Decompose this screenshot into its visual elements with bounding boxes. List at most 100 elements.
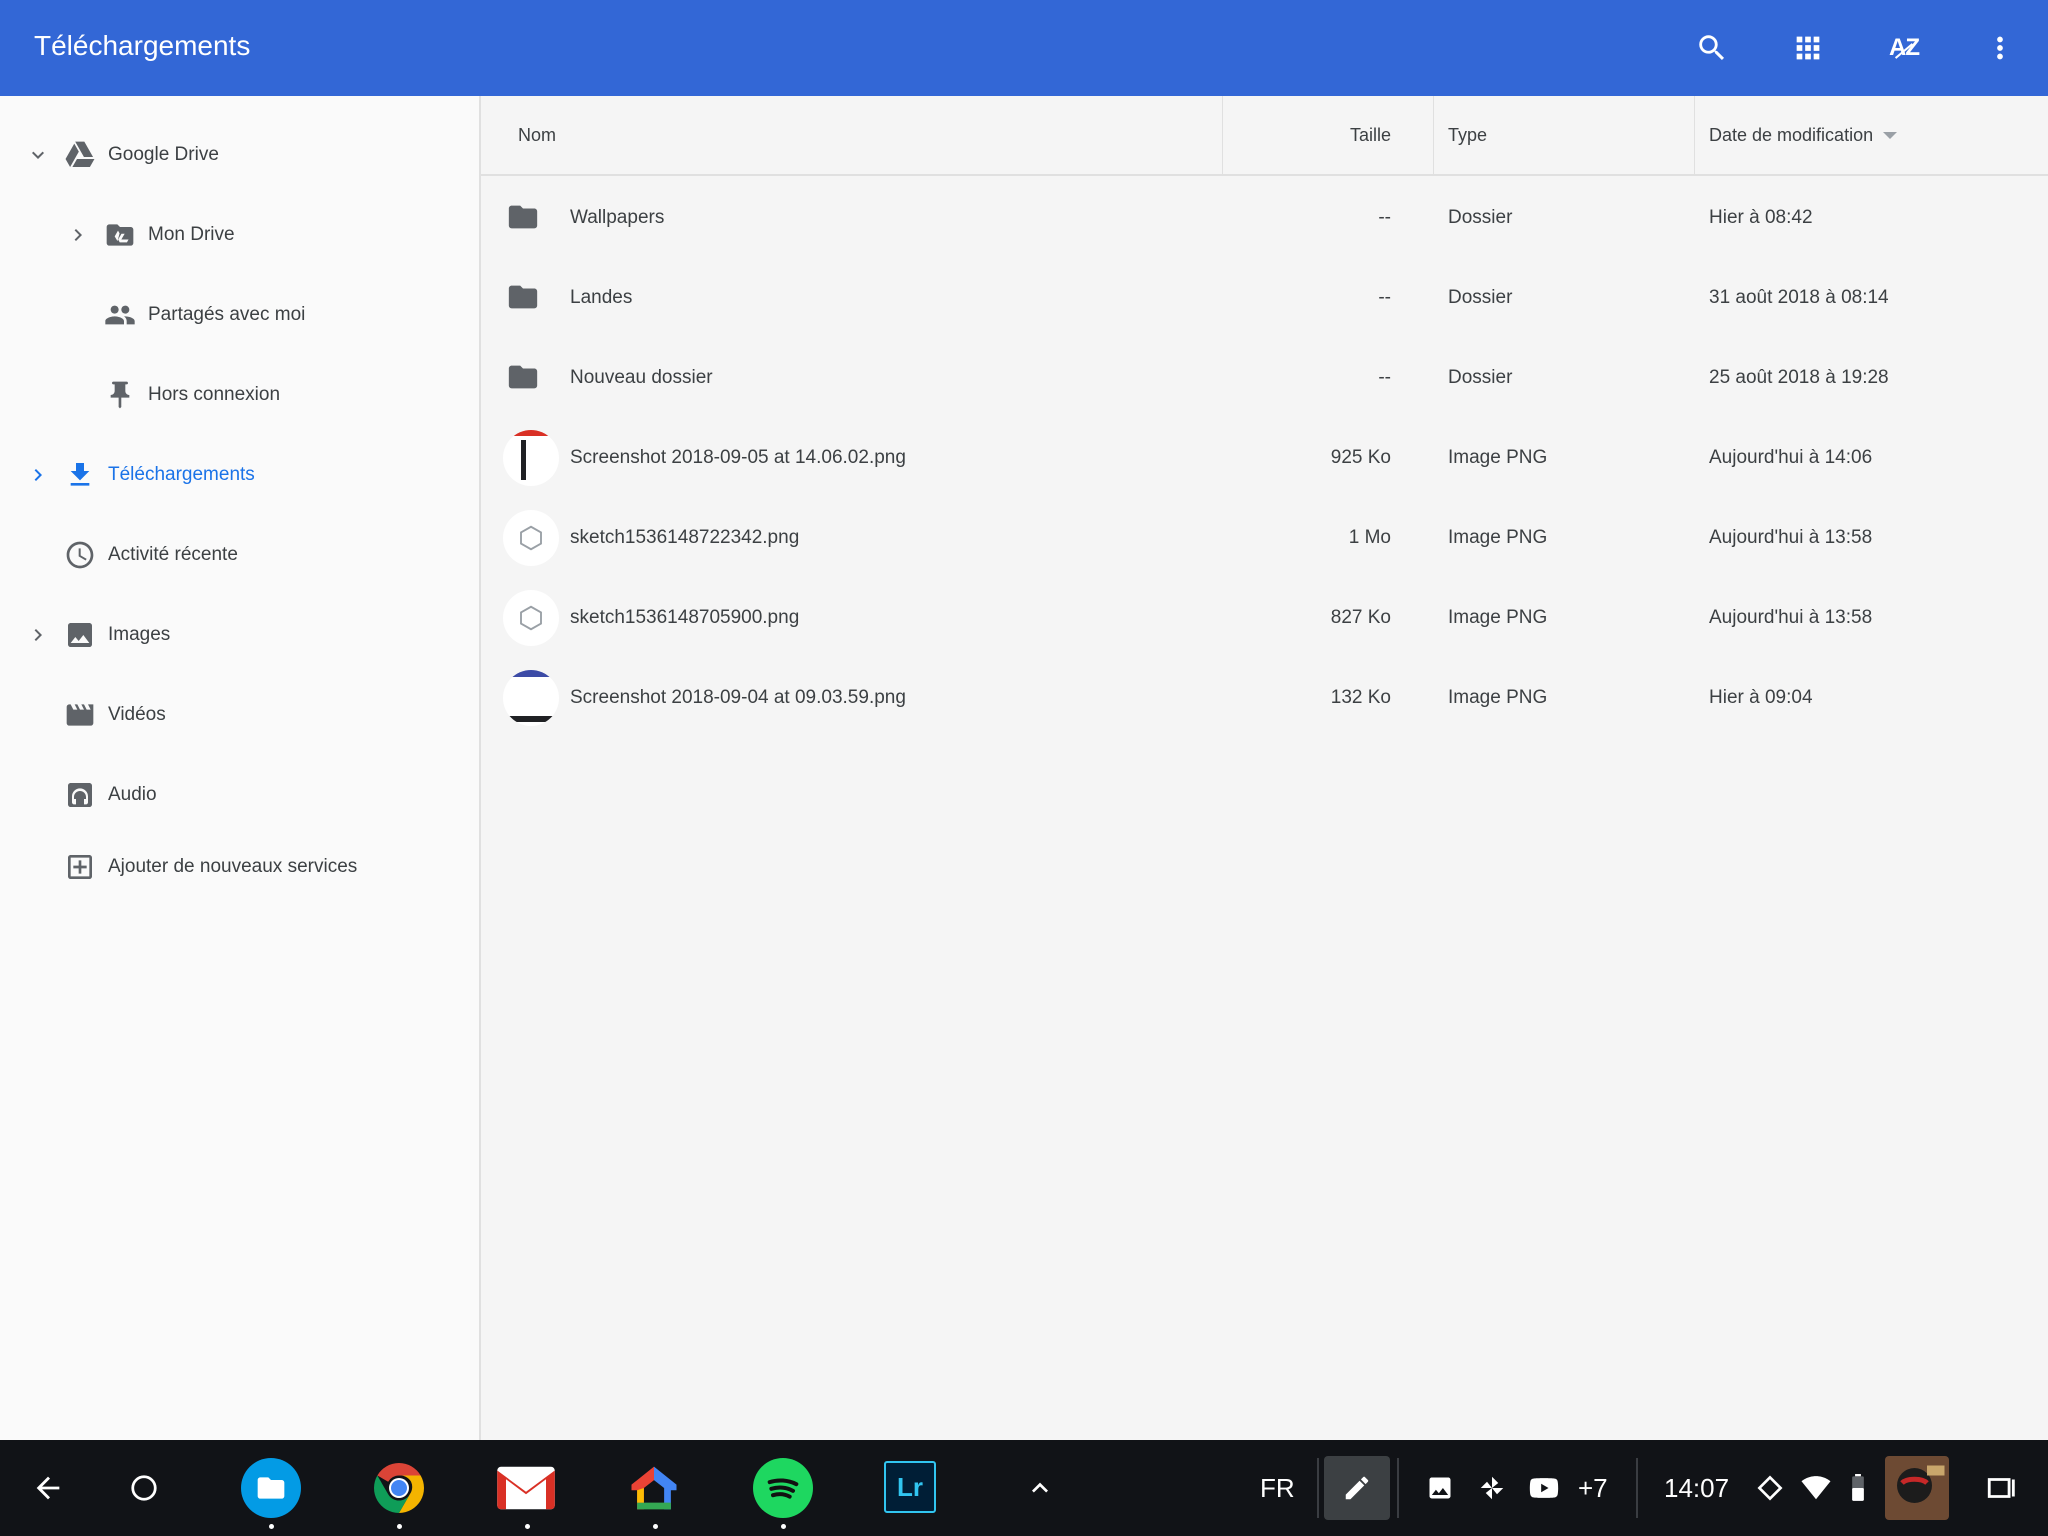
app-bar: Téléchargements AZ bbox=[0, 0, 2048, 96]
gmail-app-icon[interactable] bbox=[496, 1458, 556, 1518]
wifi-status[interactable] bbox=[1798, 1440, 1834, 1536]
file-type: Image PNG bbox=[1448, 687, 1548, 708]
file-size: 132 Ko bbox=[1330, 687, 1391, 708]
pen-icon bbox=[1345, 1476, 1369, 1500]
table-row[interactable]: sketch1536148705900.png 827 Ko Image PNG… bbox=[481, 578, 2048, 658]
clock[interactable]: 14:07 bbox=[1664, 1440, 1729, 1536]
column-divider bbox=[1433, 96, 1434, 174]
file-size: 925 Ko bbox=[1330, 447, 1391, 468]
table-row[interactable]: Screenshot 2018-09-05 at 14.06.02.png 92… bbox=[481, 418, 2048, 498]
sidebar-item-shared[interactable]: Partagés avec moi bbox=[0, 280, 479, 350]
sort-button[interactable]: AZ bbox=[1856, 0, 1952, 96]
app-bar-actions: AZ bbox=[1664, 0, 2048, 96]
image-thumbnail bbox=[503, 430, 559, 486]
user-avatar[interactable] bbox=[1885, 1456, 1949, 1520]
stylus-tools-button[interactable] bbox=[1324, 1456, 1390, 1520]
chevron-up-icon bbox=[1032, 1482, 1048, 1493]
sidebar-item-label: Hors connexion bbox=[148, 384, 281, 405]
files-app-icon[interactable] bbox=[241, 1458, 301, 1518]
search-button[interactable] bbox=[1664, 0, 1760, 96]
column-header-name[interactable]: Nom bbox=[518, 96, 1068, 174]
file-list: Nom Taille Type Date de modification Wal… bbox=[481, 96, 2048, 1440]
sidebar-item-videos[interactable]: Vidéos bbox=[0, 680, 479, 750]
notification-image[interactable] bbox=[1422, 1440, 1458, 1536]
sidebar-item-recent[interactable]: Activité récente bbox=[0, 520, 479, 590]
sidebar: Google Drive Mon Drive Partagés avec moi… bbox=[0, 96, 481, 1440]
file-date: Aujourd'hui à 13:58 bbox=[1709, 527, 1873, 548]
chrome-app-icon[interactable] bbox=[369, 1458, 429, 1518]
people-icon bbox=[104, 299, 136, 331]
running-indicator bbox=[653, 1524, 658, 1529]
sidebar-item-mon-drive[interactable]: Mon Drive bbox=[0, 200, 479, 270]
sidebar-item-label: Audio bbox=[108, 784, 157, 805]
chevron-right-icon[interactable] bbox=[26, 463, 50, 487]
notification-count[interactable]: +7 bbox=[1578, 1440, 1608, 1536]
file-type: Dossier bbox=[1448, 287, 1513, 308]
file-size: -- bbox=[1378, 367, 1391, 388]
more-options-button[interactable] bbox=[1952, 0, 2048, 96]
file-size: -- bbox=[1378, 287, 1391, 308]
file-name: Screenshot 2018-09-05 at 14.06.02.png bbox=[570, 447, 906, 468]
expand-shelf-button[interactable] bbox=[1016, 1440, 1064, 1536]
notification-pinwheel[interactable] bbox=[1474, 1440, 1510, 1536]
google-drive-icon bbox=[64, 139, 96, 171]
google-home-app-icon[interactable] bbox=[624, 1458, 684, 1518]
sidebar-item-label: Partagés avec moi bbox=[148, 304, 306, 325]
sidebar-item-downloads[interactable]: Téléchargements bbox=[0, 440, 479, 510]
file-type: Image PNG bbox=[1448, 447, 1548, 468]
headphones-icon bbox=[64, 779, 96, 811]
add-box-icon bbox=[64, 851, 96, 883]
sidebar-item-images[interactable]: Images bbox=[0, 600, 479, 670]
my-drive-folder-icon bbox=[104, 219, 136, 251]
lightroom-app-icon[interactable]: Lr bbox=[884, 1461, 936, 1513]
ime-indicator[interactable]: FR bbox=[1260, 1440, 1295, 1536]
table-row[interactable]: Nouveau dossier -- Dossier 25 août 2018 … bbox=[481, 338, 2048, 418]
image-icon bbox=[64, 619, 96, 651]
table-row[interactable]: Screenshot 2018-09-04 at 09.03.59.png 13… bbox=[481, 658, 2048, 738]
battery-status[interactable] bbox=[1846, 1440, 1870, 1536]
sidebar-item-audio[interactable]: Audio bbox=[0, 760, 479, 830]
tray-divider bbox=[1317, 1458, 1319, 1518]
file-size: 1 Mo bbox=[1348, 527, 1391, 548]
file-date: Hier à 08:42 bbox=[1709, 207, 1813, 228]
search-icon bbox=[1699, 35, 1725, 61]
file-name: Landes bbox=[570, 287, 633, 308]
file-name: sketch1536148722342.png bbox=[570, 527, 800, 548]
chevron-down-icon[interactable] bbox=[26, 143, 50, 167]
pin-icon bbox=[104, 379, 136, 411]
sidebar-item-add-services[interactable]: Ajouter de nouveaux services bbox=[0, 832, 479, 902]
grid-view-button[interactable] bbox=[1760, 0, 1856, 96]
running-indicator bbox=[781, 1524, 786, 1529]
sidebar-item-label: Téléchargements bbox=[108, 464, 255, 485]
folder-icon bbox=[503, 357, 543, 397]
file-date: 25 août 2018 à 19:28 bbox=[1709, 367, 1889, 388]
overview-button[interactable] bbox=[1980, 1440, 2024, 1536]
table-row[interactable]: Landes -- Dossier 31 août 2018 à 08:14 bbox=[481, 258, 2048, 338]
notification-youtube[interactable] bbox=[1524, 1440, 1564, 1536]
table-row[interactable]: Wallpapers -- Dossier Hier à 08:42 bbox=[481, 178, 2048, 258]
table-row[interactable]: sketch1536148722342.png 1 Mo Image PNG A… bbox=[481, 498, 2048, 578]
hexagon-thumbnail bbox=[503, 590, 559, 646]
column-header-type[interactable]: Type bbox=[1448, 96, 1688, 174]
file-name: sketch1536148705900.png bbox=[570, 607, 800, 628]
sidebar-item-label: Activité récente bbox=[108, 544, 238, 565]
back-button[interactable] bbox=[24, 1440, 72, 1536]
column-header-date[interactable]: Date de modification bbox=[1709, 96, 2039, 174]
image-thumbnail bbox=[503, 670, 559, 726]
sidebar-item-google-drive[interactable]: Google Drive bbox=[0, 120, 479, 190]
chevron-right-icon[interactable] bbox=[66, 223, 90, 247]
file-type: Dossier bbox=[1448, 367, 1513, 388]
screen-rotation-status[interactable] bbox=[1752, 1440, 1788, 1536]
file-name: Nouveau dossier bbox=[570, 367, 713, 388]
column-header-size[interactable]: Taille bbox=[1223, 96, 1391, 174]
spotify-app-icon[interactable] bbox=[753, 1458, 813, 1518]
sort-az-icon: AZ bbox=[1889, 34, 1920, 61]
sidebar-item-offline[interactable]: Hors connexion bbox=[0, 360, 479, 430]
launcher-circle-icon bbox=[131, 1475, 157, 1501]
launcher-button[interactable] bbox=[120, 1440, 168, 1536]
sidebar-item-label: Ajouter de nouveaux services bbox=[108, 856, 358, 877]
folder-icon bbox=[503, 277, 543, 317]
battery-icon bbox=[1852, 1474, 1864, 1501]
file-date: 31 août 2018 à 08:14 bbox=[1709, 287, 1889, 308]
chevron-right-icon[interactable] bbox=[26, 623, 50, 647]
